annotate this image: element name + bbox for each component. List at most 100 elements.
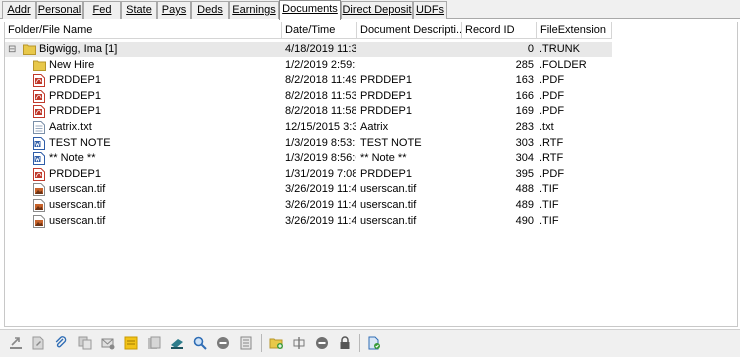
table-row[interactable]: PRDDEP1 1/31/2019 7:08 PRDDEP1 395 .PDF: [5, 167, 612, 182]
table-row[interactable]: userscan.tif 3/26/2019 11:4 userscan.tif 48…: [5, 182, 612, 197]
tree-collapse-toggle[interactable]: ⊟: [8, 42, 16, 57]
documents-grid: Folder/File Name Date/Time Document Desc…: [4, 22, 738, 327]
scan-button[interactable]: [169, 335, 185, 351]
split-icon: [293, 337, 305, 349]
record-id-cell: 285: [515, 58, 534, 71]
new-document-icon: [32, 336, 44, 350]
tab-earnings[interactable]: Earnings: [229, 1, 279, 19]
file-name: PRDDEP1: [49, 105, 101, 118]
remove-icon: [217, 337, 229, 349]
description-cell: TEST NOTE: [360, 136, 422, 149]
remove-button[interactable]: [215, 335, 231, 351]
tab-addr[interactable]: Addr: [2, 1, 36, 19]
date-time-cell: 1/3/2019 8:53:5: [285, 136, 356, 149]
column-header-record-id[interactable]: Record ID: [462, 22, 537, 39]
table-row[interactable]: TEST NOTE 1/3/2019 8:53:5 TEST NOTE 303 .RTF: [5, 136, 612, 151]
lock-button[interactable]: [337, 335, 353, 351]
duplicate-button[interactable]: [146, 335, 162, 351]
file-name: PRDDEP1: [49, 74, 101, 87]
record-id-cell: 0: [527, 43, 534, 55]
import-icon: [10, 337, 22, 349]
file-name: PRDDEP1: [49, 89, 101, 102]
tab-deds[interactable]: Deds: [191, 1, 229, 19]
table-row[interactable]: userscan.tif 3/26/2019 11:4 userscan.tif 49…: [5, 214, 612, 229]
file-extension-cell: .RTF: [539, 152, 564, 165]
table-row[interactable]: ⊟ Bigwigg, Ima [1] 4/18/2019 11:3 0 .TRUNK: [5, 42, 612, 57]
duplicate-icon: [148, 336, 161, 349]
tab-fed[interactable]: Fed: [83, 1, 121, 19]
description-cell: PRDDEP1: [360, 74, 412, 87]
file-extension-cell: .TIF: [539, 214, 559, 227]
file-name: userscan.tif: [49, 214, 106, 227]
delete-button[interactable]: [314, 335, 330, 351]
table-row[interactable]: PRDDEP1 8/2/2018 11:58 PRDDEP1 169 .PDF: [5, 104, 612, 119]
pdf-icon: [33, 74, 45, 88]
email-button[interactable]: [100, 335, 116, 351]
toolbar-divider: [359, 334, 360, 352]
column-header-date[interactable]: Date/Time: [282, 22, 357, 39]
attach-button[interactable]: [53, 335, 69, 351]
file-name: Bigwigg, Ima [1]: [39, 43, 118, 55]
note-icon: [124, 336, 138, 350]
date-time-cell: 1/31/2019 7:08: [285, 167, 356, 180]
table-row[interactable]: userscan.tif 3/26/2019 11:4 userscan.tif 48…: [5, 198, 612, 213]
attach-icon: [55, 336, 67, 348]
record-id-cell: 489: [515, 199, 534, 211]
table-row[interactable]: ** Note ** 1/3/2019 8:56:0 ** Note ** 304 .R…: [5, 151, 612, 166]
note-button[interactable]: [123, 335, 139, 351]
search-button[interactable]: [192, 335, 208, 351]
tab-direct-deposit[interactable]: Direct Deposit: [341, 1, 413, 19]
new-folder-icon: [269, 338, 283, 349]
record-id-cell: 303: [515, 136, 534, 149]
file-name: userscan.tif: [49, 199, 106, 211]
table-row[interactable]: New Hire 1/2/2019 2:59:3 285 .FOLDER: [5, 58, 612, 73]
column-header-name[interactable]: Folder/File Name: [5, 22, 282, 39]
file-name: TEST NOTE: [49, 136, 111, 149]
description-cell: [357, 58, 461, 73]
word-doc-icon: [33, 136, 45, 150]
date-time-cell: 8/2/2018 11:49: [285, 74, 356, 87]
secure-document-icon: [368, 336, 380, 350]
pdf-icon: [33, 167, 45, 181]
import-button[interactable]: [8, 335, 24, 351]
image-file-icon: [33, 183, 45, 197]
file-extension-cell: .TIF: [539, 183, 559, 196]
date-time-cell: 4/18/2019 11:3: [285, 43, 356, 55]
copy-icon: [78, 336, 92, 350]
description-cell: userscan.tif: [360, 214, 417, 227]
description-cell: userscan.tif: [360, 199, 417, 211]
date-time-cell: 3/26/2019 11:4: [285, 183, 356, 196]
text-file-icon: [33, 121, 45, 134]
file-name: PRDDEP1: [49, 167, 101, 180]
email-icon: [101, 338, 115, 350]
date-time-cell: 1/2/2019 2:59:3: [285, 58, 356, 71]
toolbar-divider: [261, 334, 262, 352]
table-row[interactable]: PRDDEP1 8/2/2018 11:53 PRDDEP1 166 .PDF: [5, 89, 612, 104]
file-name: ** Note **: [49, 152, 96, 165]
column-header-description[interactable]: Document Descripti...: [357, 22, 462, 39]
record-id-cell: 488: [515, 183, 534, 196]
description-cell: PRDDEP1: [360, 105, 412, 118]
tab-state[interactable]: State: [121, 1, 157, 19]
date-time-cell: 3/26/2019 11:4: [285, 199, 356, 211]
table-row[interactable]: Aatrix.txt 12/15/2015 3:3 Aatrix 283 .txt: [5, 120, 612, 135]
image-file-icon: [33, 199, 45, 212]
print-button[interactable]: [238, 335, 254, 351]
description-cell: [357, 42, 461, 57]
column-header-file-extension[interactable]: FileExtension: [537, 22, 612, 39]
secure-document-button[interactable]: [366, 335, 382, 351]
tab-udfs[interactable]: UDFs: [413, 1, 447, 19]
description-cell: Aatrix: [360, 121, 389, 133]
file-extension-cell: .txt: [539, 121, 554, 133]
description-cell: PRDDEP1: [360, 167, 412, 180]
new-folder-button[interactable]: [268, 335, 284, 351]
record-id-cell: 395: [515, 167, 534, 180]
new-document-button[interactable]: [30, 335, 46, 351]
table-row[interactable]: PRDDEP1 8/2/2018 11:49 PRDDEP1 163 .PDF: [5, 73, 612, 88]
tab-pays[interactable]: Pays: [157, 1, 191, 19]
tab-documents[interactable]: Documents: [279, 0, 341, 20]
tab-personal[interactable]: Personal: [36, 1, 83, 19]
split-button[interactable]: [291, 335, 307, 351]
copy-button[interactable]: [77, 335, 93, 351]
date-time-cell: 8/2/2018 11:58: [285, 105, 356, 118]
